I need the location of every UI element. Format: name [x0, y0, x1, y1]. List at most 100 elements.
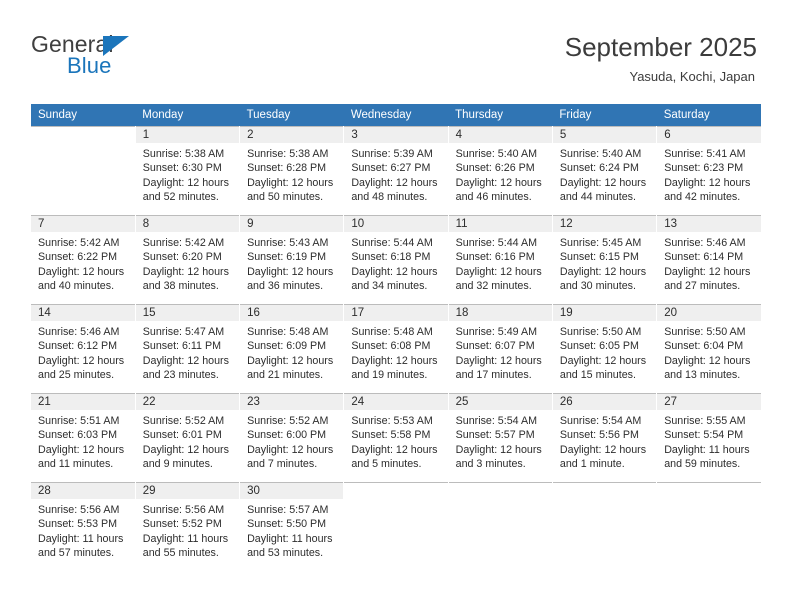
calendar-day-cell[interactable]: 12 Sunrise: 5:45 AM Sunset: 6:15 PM Dayligh…: [552, 215, 658, 304]
day-details: Sunrise: 5:47 AM Sunset: 6:11 PM Daylight:…: [136, 321, 239, 382]
calendar-day-cell[interactable]: 8 Sunrise: 5:42 AM Sunset: 6:20 PM Daylight…: [135, 215, 241, 304]
day-details: Sunrise: 5:48 AM Sunset: 6:09 PM Daylight:…: [240, 321, 343, 382]
calendar-day-cell[interactable]: 6 Sunrise: 5:41 AM Sunset: 6:23 PM Daylight…: [656, 126, 761, 215]
sunset-time: Sunset: 6:12 PM: [38, 340, 118, 353]
calendar-day-cell[interactable]: 11 Sunrise: 5:44 AM Sunset: 6:16 PM Dayligh…: [448, 215, 553, 304]
daylight-duration-line-2: and 23 minutes.: [142, 368, 219, 381]
sunset-time: Sunset: 5:54 PM: [664, 429, 744, 442]
calendar-day-cell[interactable]: 7 Sunrise: 5:42 AM Sunset: 6:22 PM Daylight…: [31, 215, 136, 304]
calendar-day-cell[interactable]: 25 Sunrise: 5:54 AM Sunset: 5:57 PM Dayligh…: [448, 393, 553, 482]
day-details: Sunrise: 5:43 AM Sunset: 6:19 PM Daylight:…: [240, 232, 343, 293]
calendar-day-cell[interactable]: 24 Sunrise: 5:53 AM Sunset: 5:58 PM Dayligh…: [343, 393, 449, 482]
calendar-day-cell[interactable]: 22 Sunrise: 5:52 AM Sunset: 6:01 PM Dayligh…: [135, 393, 241, 482]
sunset-time: Sunset: 6:07 PM: [455, 340, 535, 353]
day-details: Sunrise: 5:52 AM Sunset: 6:00 PM Daylight:…: [240, 410, 343, 471]
day-details: Sunrise: 5:38 AM Sunset: 6:28 PM Daylight:…: [240, 143, 343, 204]
sunset-time: Sunset: 6:09 PM: [247, 340, 327, 353]
day-number: [552, 482, 657, 499]
daylight-duration-line-1: Daylight: 12 hours: [559, 176, 647, 189]
sunset-time: Sunset: 6:19 PM: [247, 251, 327, 264]
daylight-duration-line-2: and 30 minutes.: [559, 279, 636, 292]
calendar-empty-cell: [343, 482, 449, 571]
calendar-day-cell[interactable]: 26 Sunrise: 5:54 AM Sunset: 5:56 PM Dayligh…: [552, 393, 658, 482]
day-details: Sunrise: 5:42 AM Sunset: 6:20 PM Daylight:…: [136, 232, 239, 293]
calendar-day-cell[interactable]: 9 Sunrise: 5:43 AM Sunset: 6:19 PM Daylight…: [239, 215, 345, 304]
day-number: 15: [135, 304, 240, 321]
calendar-header-row: Sunday Monday Tuesday Wednesday Thursday…: [31, 104, 761, 126]
title-block: September 2025 Yasuda, Kochi, Japan: [565, 32, 757, 86]
daylight-duration-line-1: Daylight: 12 hours: [142, 443, 229, 456]
daylight-duration-line-1: Daylight: 11 hours: [664, 443, 750, 456]
calendar-page: General Blue September 2025 Yasuda, Koch…: [0, 0, 792, 612]
daylight-duration-line-1: Daylight: 12 hours: [247, 354, 334, 367]
day-details: Sunrise: 5:41 AM Sunset: 6:23 PM Daylight:…: [657, 143, 761, 204]
sunrise-time: Sunrise: 5:40 AM: [559, 148, 642, 160]
daylight-duration-line-1: Daylight: 12 hours: [559, 354, 647, 367]
calendar-day-cell[interactable]: 3 Sunrise: 5:39 AM Sunset: 6:27 PM Daylight…: [343, 126, 449, 215]
day-number: 27: [657, 393, 761, 410]
general-blue-logo[interactable]: General Blue: [31, 33, 201, 83]
sunrise-time: Sunrise: 5:39 AM: [351, 148, 433, 160]
calendar-day-cell[interactable]: 18 Sunrise: 5:49 AM Sunset: 6:07 PM Dayligh…: [448, 304, 553, 393]
calendar-day-cell[interactable]: 19 Sunrise: 5:50 AM Sunset: 6:05 PM Dayligh…: [552, 304, 658, 393]
day-details: Sunrise: 5:53 AM Sunset: 5:58 PM Daylight:…: [344, 410, 447, 471]
calendar-day-cell[interactable]: 17 Sunrise: 5:48 AM Sunset: 6:08 PM Dayligh…: [343, 304, 449, 393]
weekday-header-monday: Monday: [135, 104, 240, 126]
calendar-day-cell[interactable]: 29 Sunrise: 5:56 AM Sunset: 5:52 PM Dayligh…: [135, 482, 241, 571]
sunrise-time: Sunrise: 5:51 AM: [38, 415, 120, 427]
day-details: Sunrise: 5:50 AM Sunset: 6:04 PM Daylight:…: [657, 321, 761, 382]
calendar-day-cell[interactable]: 4 Sunrise: 5:40 AM Sunset: 6:26 PM Daylight…: [448, 126, 553, 215]
calendar-day-cell[interactable]: 5 Sunrise: 5:40 AM Sunset: 6:24 PM Daylight…: [552, 126, 658, 215]
daylight-duration-line-1: Daylight: 12 hours: [247, 443, 334, 456]
sunset-time: Sunset: 5:58 PM: [351, 429, 431, 442]
calendar-empty-cell: [448, 482, 553, 571]
calendar-day-cell[interactable]: 2 Sunrise: 5:38 AM Sunset: 6:28 PM Daylight…: [239, 126, 345, 215]
calendar-grid: Sunday Monday Tuesday Wednesday Thursday…: [31, 104, 761, 571]
weekday-header-friday: Friday: [552, 104, 657, 126]
daylight-duration-line-1: Daylight: 12 hours: [455, 443, 542, 456]
sunset-time: Sunset: 6:08 PM: [351, 340, 431, 353]
daylight-duration-line-2: and 38 minutes.: [142, 279, 219, 292]
calendar-week-row: 1 Sunrise: 5:38 AM Sunset: 6:30 PM Daylight…: [31, 126, 761, 215]
calendar-day-cell[interactable]: 14 Sunrise: 5:46 AM Sunset: 6:12 PM Dayligh…: [31, 304, 136, 393]
calendar-day-cell[interactable]: 15 Sunrise: 5:47 AM Sunset: 6:11 PM Dayligh…: [135, 304, 241, 393]
daylight-duration-line-1: Daylight: 12 hours: [247, 176, 334, 189]
calendar-day-cell[interactable]: 1 Sunrise: 5:38 AM Sunset: 6:30 PM Daylight…: [135, 126, 241, 215]
calendar-day-cell[interactable]: 10 Sunrise: 5:44 AM Sunset: 6:18 PM Dayligh…: [343, 215, 449, 304]
logo-text-blue: Blue: [67, 53, 112, 78]
calendar-day-cell[interactable]: 30 Sunrise: 5:57 AM Sunset: 5:50 PM Dayligh…: [239, 482, 345, 571]
sunset-time: Sunset: 6:24 PM: [559, 162, 639, 175]
day-number: 22: [135, 393, 240, 410]
calendar-day-cell[interactable]: 16 Sunrise: 5:48 AM Sunset: 6:09 PM Dayligh…: [239, 304, 345, 393]
daylight-duration-line-2: and 5 minutes.: [351, 457, 422, 470]
sunset-time: Sunset: 5:53 PM: [38, 518, 118, 531]
calendar-empty-cell: [656, 482, 761, 571]
calendar-day-cell[interactable]: 23 Sunrise: 5:52 AM Sunset: 6:00 PM Dayligh…: [239, 393, 345, 482]
sunrise-time: Sunrise: 5:38 AM: [247, 148, 329, 160]
daylight-duration-line-2: and 9 minutes.: [142, 457, 213, 470]
calendar-day-cell[interactable]: 13 Sunrise: 5:46 AM Sunset: 6:14 PM Dayligh…: [656, 215, 761, 304]
day-details: Sunrise: 5:45 AM Sunset: 6:15 PM Daylight:…: [553, 232, 656, 293]
day-number: 28: [31, 482, 135, 499]
sunrise-time: Sunrise: 5:57 AM: [247, 504, 329, 516]
daylight-duration-line-1: Daylight: 11 hours: [38, 532, 124, 545]
sunset-time: Sunset: 6:15 PM: [559, 251, 639, 264]
sunrise-time: Sunrise: 5:38 AM: [142, 148, 225, 160]
calendar-day-cell[interactable]: 27 Sunrise: 5:55 AM Sunset: 5:54 PM Dayligh…: [656, 393, 761, 482]
calendar-empty-cell: [552, 482, 658, 571]
day-number: 16: [240, 304, 344, 321]
calendar-day-cell[interactable]: 28 Sunrise: 5:56 AM Sunset: 5:53 PM Dayligh…: [31, 482, 136, 571]
daylight-duration-line-2: and 55 minutes.: [142, 546, 219, 559]
calendar-day-cell[interactable]: 21 Sunrise: 5:51 AM Sunset: 6:03 PM Dayligh…: [31, 393, 136, 482]
daylight-duration-line-2: and 7 minutes.: [247, 457, 318, 470]
sunset-time: Sunset: 6:05 PM: [559, 340, 639, 353]
page-subtitle: Yasuda, Kochi, Japan: [629, 69, 755, 84]
sunrise-time: Sunrise: 5:56 AM: [38, 504, 120, 516]
calendar-day-cell[interactable]: 20 Sunrise: 5:50 AM Sunset: 6:04 PM Dayligh…: [656, 304, 761, 393]
day-number: 10: [344, 215, 448, 232]
day-details: Sunrise: 5:39 AM Sunset: 6:27 PM Daylight:…: [344, 143, 447, 204]
day-details: Sunrise: 5:57 AM Sunset: 5:50 PM Daylight:…: [240, 499, 343, 560]
sunrise-time: Sunrise: 5:45 AM: [559, 237, 642, 249]
day-number: 20: [657, 304, 761, 321]
day-details: Sunrise: 5:46 AM Sunset: 6:12 PM Daylight:…: [31, 321, 135, 382]
